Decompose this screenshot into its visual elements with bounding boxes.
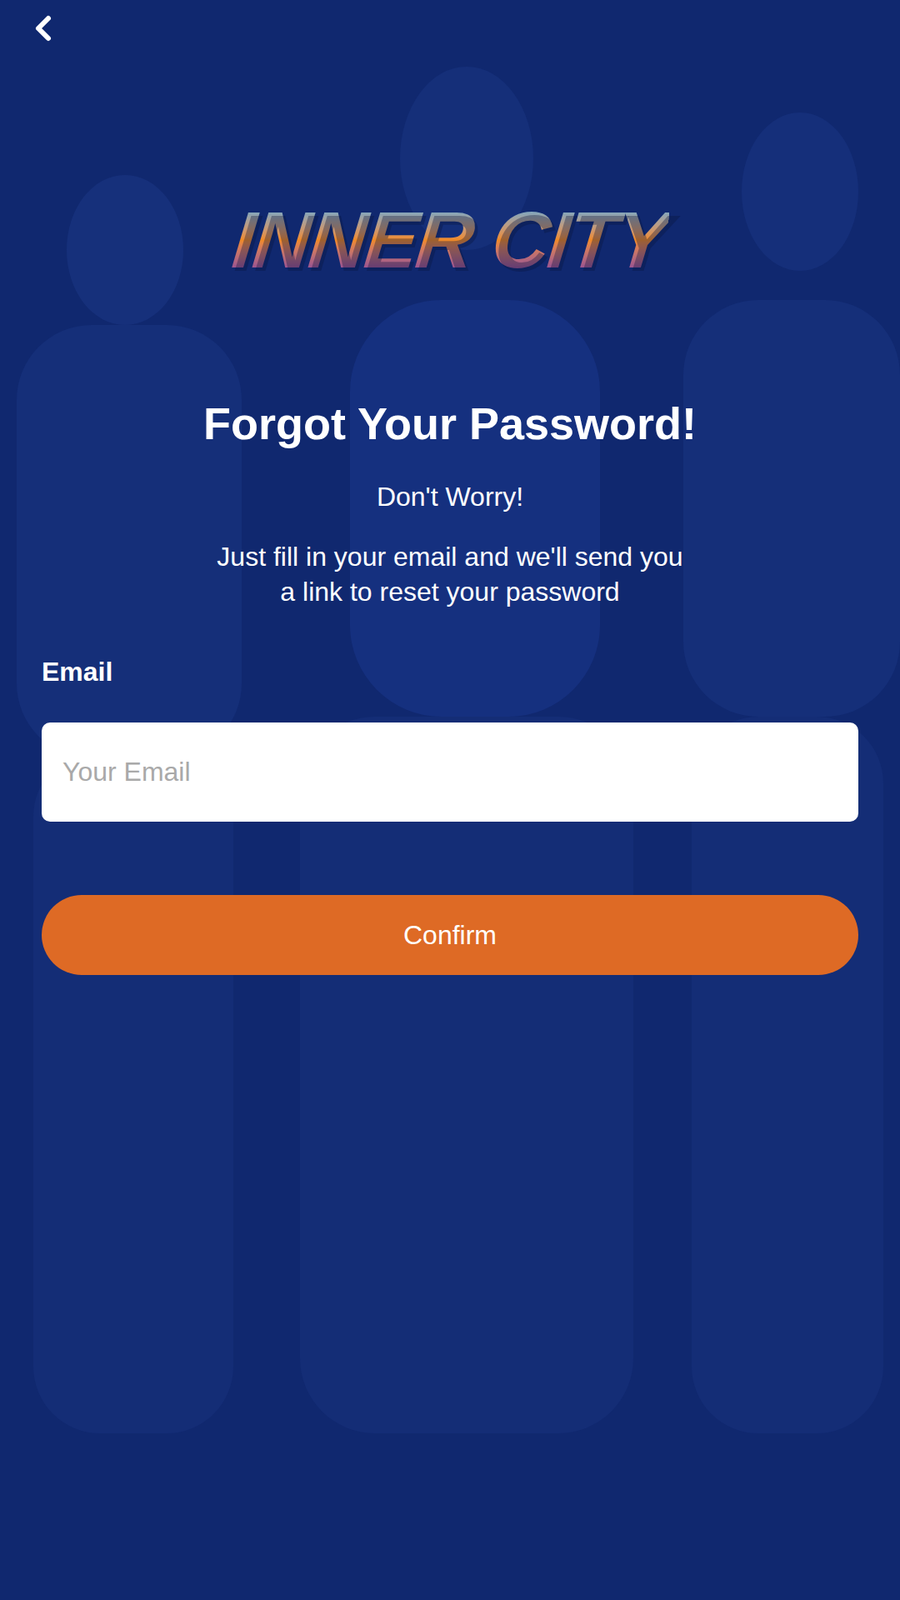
header [0,0,900,59]
subtitle: Don't Worry! [0,480,900,514]
chevron-left-icon [23,8,64,49]
form: Email Confirm [0,609,900,975]
confirm-button[interactable]: Confirm [41,895,859,975]
description-line: Just fill in your email and we'll send y… [216,539,683,575]
email-field: Email [41,609,859,822]
forgot-password-screen: INNER CITY Forgot Your Password! Don't Wor… [0,0,900,1600]
email-label: Email [41,655,859,689]
email-input[interactable] [41,722,859,822]
content: INNER CITY Forgot Your Password! Don't Wor… [0,0,900,975]
description: Just fill in your email and we'll send y… [0,539,900,610]
back-button[interactable] [21,6,65,50]
description-line: a link to reset your password [280,574,620,610]
logo: INNER CITY [0,168,900,311]
title: Forgot Your Password! [0,396,900,450]
logo-text: INNER CITY [229,200,671,280]
